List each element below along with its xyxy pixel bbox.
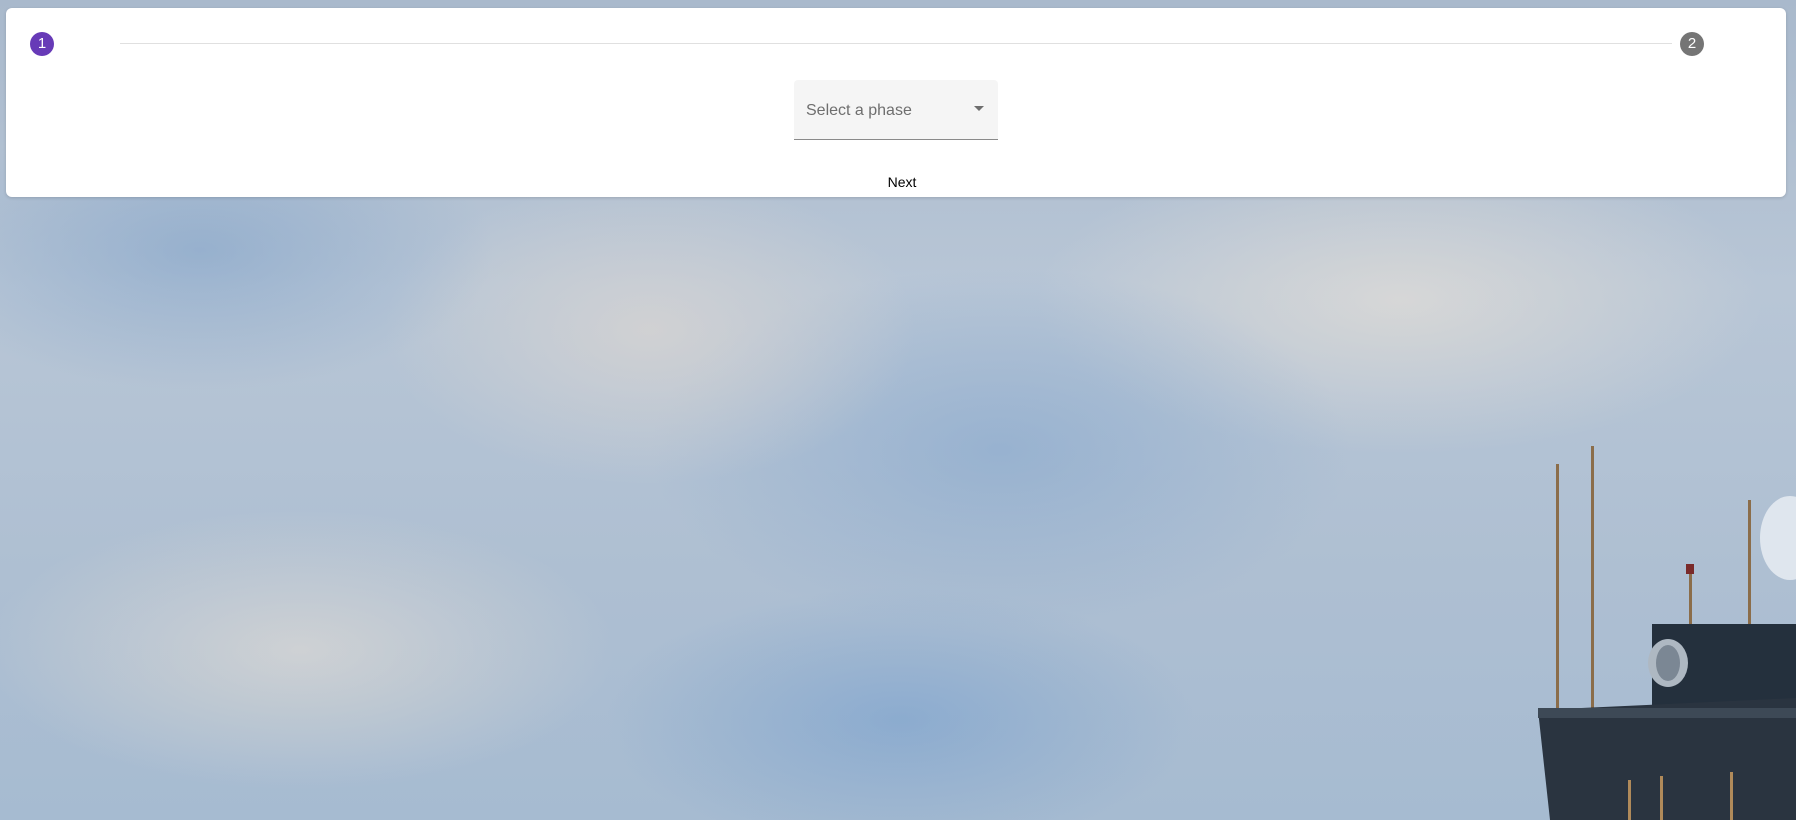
stepper: 1 2 [6, 8, 1786, 78]
next-button[interactable]: Next [860, 168, 944, 196]
phase-selection-card: 1 2 Select a phase Next [6, 8, 1786, 197]
stepper-connector-line [120, 43, 1672, 44]
step-1-indicator[interactable]: 1 [30, 32, 54, 56]
phase-select-placeholder: Select a phase [806, 102, 912, 119]
control-tower-image [1538, 446, 1796, 820]
step-2-indicator[interactable]: 2 [1680, 32, 1704, 56]
dropdown-arrow-icon [974, 106, 984, 111]
phase-select[interactable]: Select a phase [794, 80, 998, 140]
